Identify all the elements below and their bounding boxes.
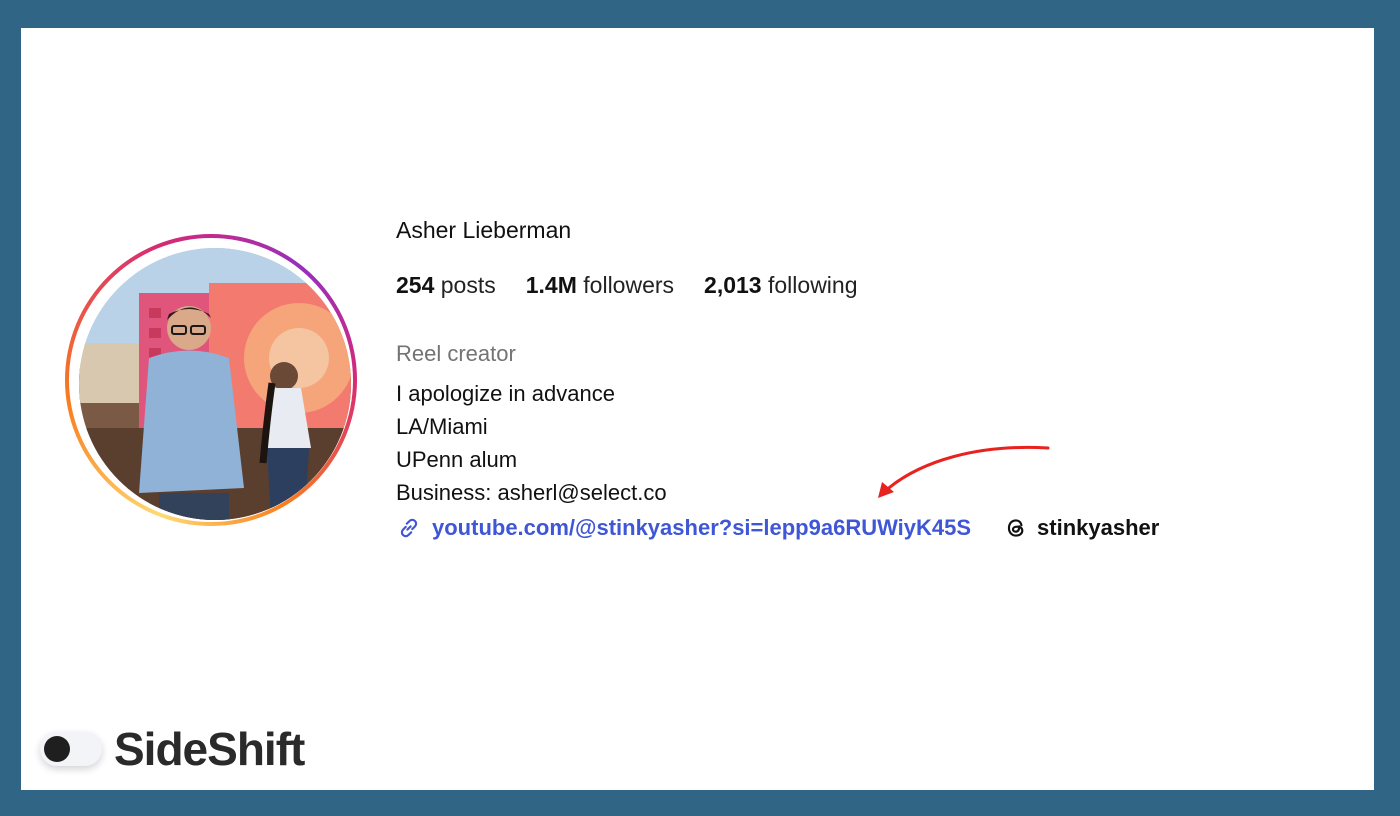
posts-count: 254 (396, 272, 435, 298)
youtube-link[interactable]: youtube.com/@stinkyasher?si=lepp9a6RUWiy… (432, 515, 971, 541)
brand-name: SideShift (114, 723, 305, 775)
followers-stat[interactable]: 1.4M followers (526, 272, 674, 299)
bio-line: UPenn alum (396, 447, 518, 472)
profile-name: Asher Lieberman (396, 217, 572, 243)
bio-line: Business: asherl@select.co (396, 480, 667, 505)
following-label: following (768, 272, 858, 298)
sideshift-brand: SideShift (40, 722, 305, 776)
profile-category: Reel creator (396, 341, 516, 366)
following-stat[interactable]: 2,013 following (704, 272, 857, 299)
toggle-knob (44, 736, 70, 762)
posts-label: posts (440, 272, 496, 298)
followers-label: followers (583, 272, 675, 298)
annotation-arrow (878, 445, 1050, 498)
following-count: 2,013 (704, 272, 762, 298)
profile-links: youtube.com/@stinkyasher?si=lepp9a6RUWiy… (396, 515, 1159, 541)
toggle-icon (40, 732, 102, 766)
profile-avatar[interactable] (79, 248, 351, 520)
followers-count: 1.4M (525, 272, 577, 298)
link-icon (400, 518, 418, 538)
bio-line: I apologize in advance (396, 381, 615, 406)
posts-stat[interactable]: 254 posts (396, 272, 496, 299)
story-ring[interactable] (65, 234, 357, 526)
bio-line: LA/Miami (396, 414, 488, 439)
threads-badge[interactable]: stinkyasher (1003, 515, 1159, 541)
profile-stats: 254 posts 1.4M followers 2,013 following (396, 272, 858, 299)
threads-handle: stinkyasher (1037, 515, 1160, 540)
avatar-photo (79, 248, 351, 520)
threads-icon (1007, 519, 1024, 537)
